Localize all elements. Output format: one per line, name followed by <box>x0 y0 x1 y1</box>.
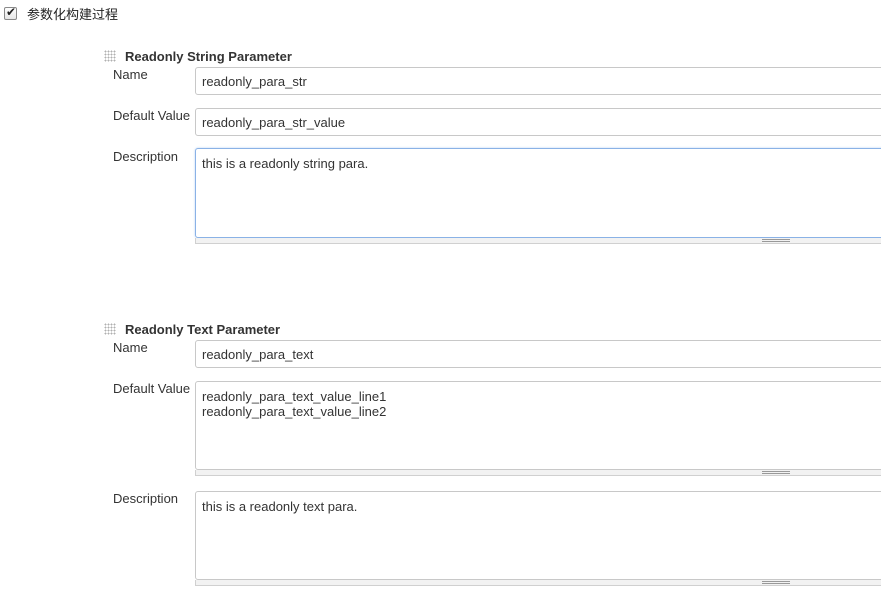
text-parameter-section: Readonly Text Parameter Name readonly_pa… <box>104 321 881 591</box>
resize-grip-icon <box>762 471 790 474</box>
section-title: Readonly Text Parameter <box>125 321 281 337</box>
resize-grip-icon <box>762 239 790 242</box>
description-resize-grip[interactable] <box>195 238 881 244</box>
name-label: Name <box>113 340 148 355</box>
checkmark-icon: ✔ <box>6 5 17 19</box>
description-label: Description <box>113 491 179 506</box>
description-textarea[interactable]: this is a readonly string para. <box>195 148 881 238</box>
default-value-label: Default Value <box>113 108 191 123</box>
name-label: Name <box>113 67 148 82</box>
section-title: Readonly String Parameter <box>125 48 292 64</box>
drag-handle-icon[interactable] <box>104 50 116 62</box>
resize-grip-icon <box>762 581 790 584</box>
parameterized-build-checkbox[interactable]: ✔ <box>4 5 17 20</box>
string-parameter-section: Readonly String Parameter Name readonly_… <box>104 48 881 253</box>
page-root: ✔ 参数化构建过程 Readonly String Parameter Name… <box>0 0 881 591</box>
name-input[interactable]: readonly_para_text <box>195 340 881 368</box>
default-value-input[interactable]: readonly_para_str_value <box>195 108 881 136</box>
description-resize-grip[interactable] <box>195 580 881 586</box>
section-header: Readonly String Parameter <box>104 48 881 64</box>
parameterized-build-label: 参数化构建过程 <box>27 8 119 23</box>
default-value-textarea[interactable]: readonly_para_text_value_line1 readonly_… <box>195 381 881 470</box>
drag-handle-icon[interactable] <box>104 323 116 335</box>
description-label: Description <box>113 149 179 164</box>
default-value-resize-grip[interactable] <box>195 470 881 476</box>
section-header: Readonly Text Parameter <box>104 321 881 337</box>
parameterized-build-option[interactable]: ✔ 参数化构建过程 <box>4 4 118 23</box>
default-value-label: Default Value <box>113 381 191 396</box>
description-textarea[interactable]: this is a readonly text para. <box>195 491 881 580</box>
name-input[interactable]: readonly_para_str <box>195 67 881 95</box>
